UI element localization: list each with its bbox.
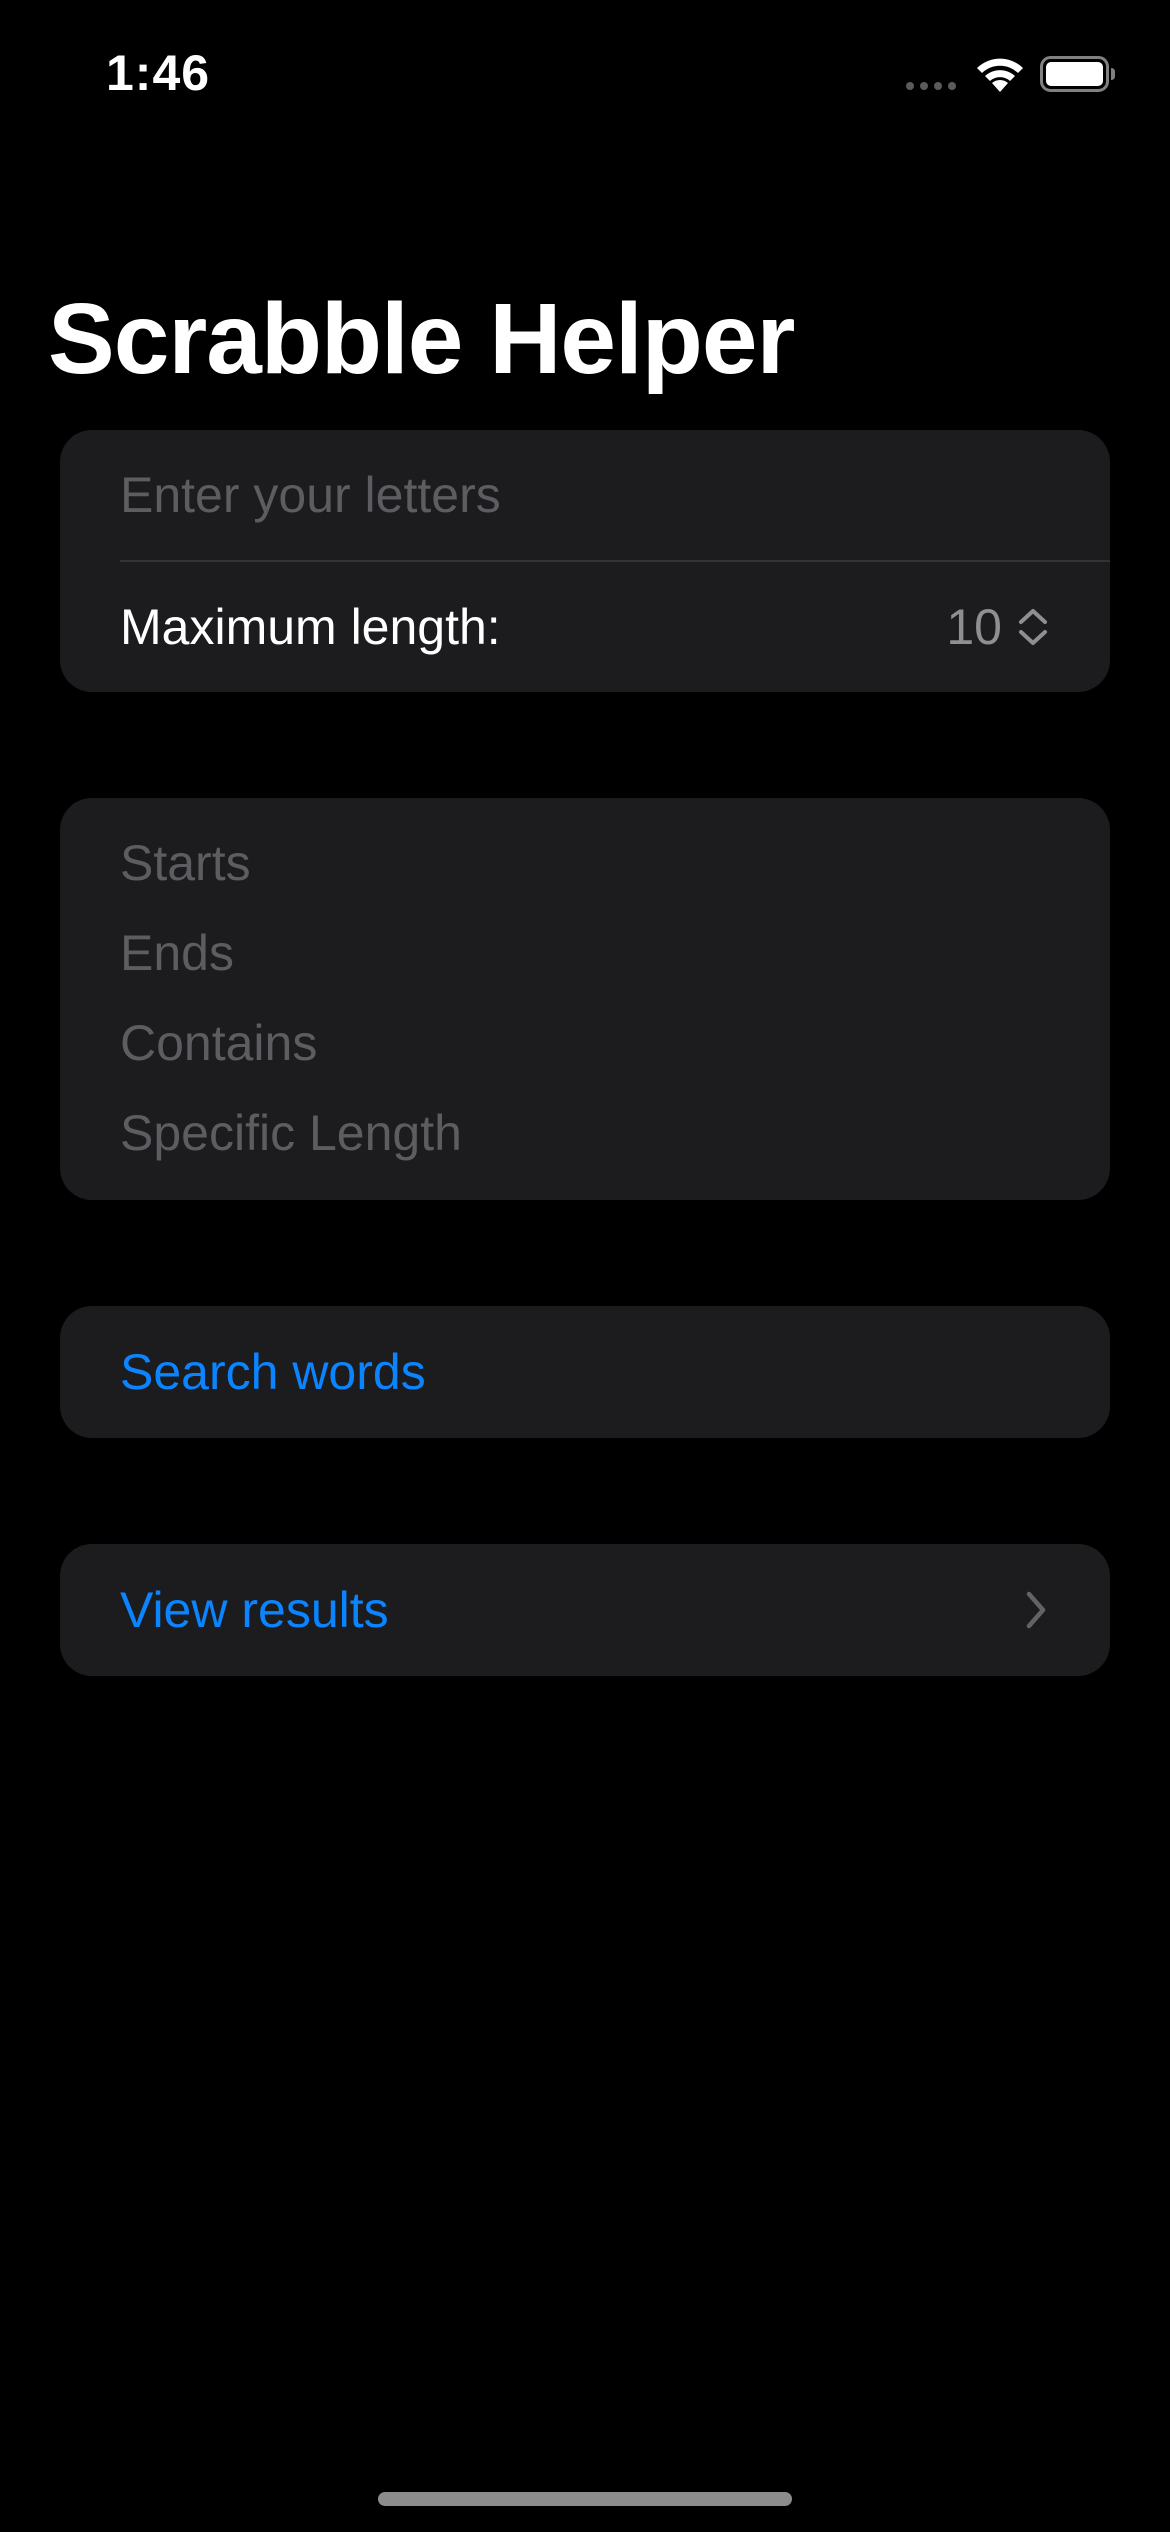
max-length-value: 10 <box>946 599 1002 655</box>
cellular-signal-icon <box>906 82 956 90</box>
view-results-label: View results <box>120 1582 389 1638</box>
battery-icon <box>1040 56 1115 92</box>
search-words-button[interactable]: Search words <box>120 1306 1050 1438</box>
wifi-icon <box>977 58 1023 92</box>
ends-field[interactable]: Ends <box>120 924 234 982</box>
status-bar: 1:46 <box>0 0 1170 150</box>
specific-length-field[interactable]: Specific Length <box>120 1104 462 1162</box>
contains-field[interactable]: Contains <box>120 1014 317 1072</box>
letters-card: Enter your letters Maximum length: 10 <box>60 430 1110 692</box>
letters-input[interactable]: Enter your letters <box>120 430 1110 560</box>
status-time: 1:46 <box>106 45 211 101</box>
results-card: View results <box>60 1544 1110 1676</box>
starts-field[interactable]: Starts <box>120 834 251 892</box>
max-length-row[interactable]: Maximum length: 10 <box>120 562 1110 692</box>
chevron-up-down-icon <box>1019 609 1047 645</box>
search-words-label: Search words <box>120 1344 426 1400</box>
search-card: Search words <box>60 1306 1110 1438</box>
view-results-button[interactable]: View results <box>120 1544 1050 1676</box>
home-indicator[interactable] <box>378 2492 792 2506</box>
max-length-label: Maximum length: <box>120 599 501 655</box>
chevron-right-icon <box>1026 1591 1046 1629</box>
page-title: Scrabble Helper <box>48 283 795 395</box>
max-length-picker[interactable]: 10 <box>946 598 1050 656</box>
filters-card: Starts Ends Contains Specific Length <box>60 798 1110 1200</box>
